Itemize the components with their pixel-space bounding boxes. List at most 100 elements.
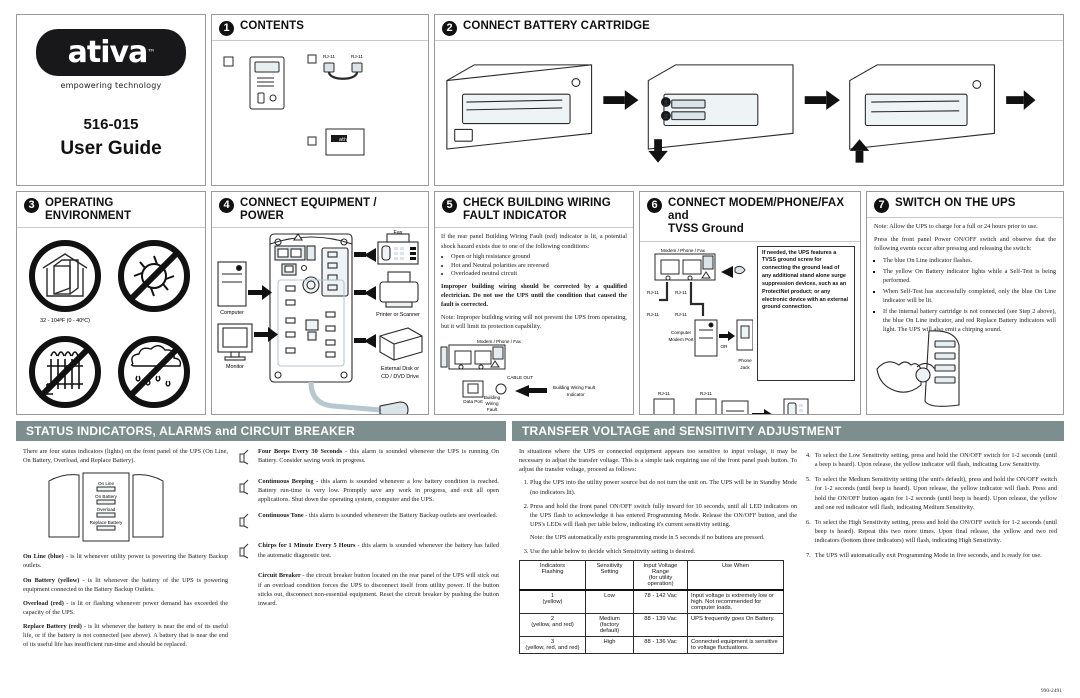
section-contents: 1 CONTENTS RJ-11 RJ-11 ativa — [211, 14, 429, 186]
transfer-step: 6. To select the High Sensitivity setting… — [806, 518, 1057, 545]
transfer-step: Use the table below to decide which Sens… — [530, 547, 797, 556]
section-number: 4 — [219, 198, 234, 213]
rj11-lower-a: RJ-11 — [658, 391, 670, 396]
step-text: To select the Low Sensitivity setting, p… — [814, 452, 1057, 469]
footer-document-code: 990-2491 — [1040, 688, 1062, 694]
phone-jack-2: Jack — [740, 365, 750, 370]
alarm-name: Four Beeps Every 30 Seconds — [258, 448, 343, 455]
transfer-step: 7. The UPS will automatically exit Progra… — [806, 551, 1057, 560]
section-wiring-header: 5 CHECK BUILDING WIRING FAULT INDICATOR — [435, 192, 633, 229]
alarm-name: Chirps for 1 Minute Every 5 Hours — [258, 542, 356, 550]
cell-use-when: Input voltage is extremely low or high. … — [687, 589, 784, 615]
step-num: 6. — [806, 518, 811, 526]
brand-tagline: empowering technology — [60, 81, 162, 90]
section-equipment-header: 4 CONNECT EQUIPMENT / POWER — [212, 192, 428, 229]
wiring-condition: Overloaded neutral circuit — [451, 270, 627, 279]
battery-illustration: 1 2 — [435, 41, 1063, 166]
section-environment: 3 OPERATING ENVIRONMENT 32 - 104ºF (0 - … — [16, 191, 206, 415]
cd-brand-label: ativa — [339, 137, 351, 143]
section-modem-title: CONNECT MODEM/PHONE/FAX and TVSS Ground — [668, 197, 845, 236]
alarm-item: Continuous Beeping - this alarm is sound… — [237, 477, 499, 504]
indicator-desc: On Battery (yellow) - is lit whenever th… — [23, 576, 228, 594]
computer-modem-port-1: Computer — [671, 330, 692, 335]
transfer-step: 5. To select the Medium Sensitivity setti… — [806, 475, 1057, 512]
section-battery-title: CONNECT BATTERY CARTRIDGE — [463, 20, 650, 32]
wiring-intro: If the rear panel Building Wiring Fault … — [441, 233, 627, 250]
status-bar-title: STATUS INDICATORS, ALARMS and CIRCUIT BR… — [16, 421, 506, 441]
tvss-note-box: If needed, the UPS features a TVSS groun… — [757, 245, 855, 381]
wiring-conditions: Open or high resistance ground Hot and N… — [451, 253, 627, 279]
transfer-intro: In situations where the UPS or connected… — [519, 448, 797, 474]
model-number: 516-015 — [83, 116, 139, 133]
transfer-left-column: In situations where the UPS or connected… — [519, 447, 797, 655]
transfer-steps-right: 4. To select the Low Sensitivity setting,… — [806, 451, 1057, 560]
phone-jack-1: Phone — [738, 358, 752, 363]
top-row: ativa ™ empowering technology 516-015 Use… — [16, 14, 1064, 186]
bwf-callout-line2: Indicator — [567, 392, 585, 397]
led-label-replace-battery: Replace Battery — [90, 520, 123, 525]
section-equipment: 4 CONNECT EQUIPMENT / POWER Computer Mon… — [211, 191, 429, 415]
indicator-name: Replace Battery (red) — [23, 623, 82, 630]
section-switch-title: SWITCH ON THE UPS — [895, 197, 1016, 209]
switch-bullet: The blue On Line indicator flashes. — [883, 256, 1056, 265]
rj11-label-b: RJ-11 — [351, 54, 363, 59]
wiring-note: Note: Improper building wiring will not … — [441, 313, 627, 330]
or-label: OR — [721, 344, 729, 349]
th-setting: Sensitivity Setting — [585, 560, 634, 592]
cell-range: 88 - 139 Vac — [633, 613, 688, 638]
alarm-desc: - this alarm is sounded whenever the Bat… — [303, 512, 498, 520]
modem-illustration: Modem / Phone / Fax RJ-11 RJ-11 RJ-11 RJ… — [645, 246, 754, 381]
no-rain-icon — [118, 336, 190, 409]
wiring-condition: Hot and Neutral polarities are reversed — [451, 262, 627, 271]
rj11-label-left2: RJ-11 — [647, 312, 659, 317]
transfer-body: In situations where the UPS or connected… — [512, 441, 1064, 655]
status-intro: There are four status indicators (lights… — [23, 448, 228, 465]
th-indicators: Indicators Flashing — [519, 560, 586, 592]
cell-range: 88 - 136 Vac — [633, 636, 688, 655]
section-number: 2 — [442, 21, 457, 36]
alarm-name: Continuous Tone — [258, 512, 304, 520]
section-environment-header: 3 OPERATING ENVIRONMENT — [17, 192, 205, 229]
section-wiring-title: CHECK BUILDING WIRING FAULT INDICATOR — [463, 197, 611, 223]
indoor-ups-icon — [29, 240, 101, 313]
table-row: 3 (yellow, red, and red) High 88 - 136 V… — [519, 636, 784, 655]
external-drive-label-1: External Disk or — [381, 366, 419, 372]
indicator-name: Overload (red) — [23, 599, 64, 607]
computer-modem-port-2: Modem Port — [668, 337, 694, 342]
brand-lockup: ativa ™ empowering technology — [36, 29, 186, 90]
section-transfer: TRANSFER VOLTAGE and SENSITIVITY ADJUSTM… — [512, 421, 1064, 671]
bwf-small-3: Fault — [487, 407, 498, 412]
alarm-name: Continuous Beeping — [258, 478, 314, 485]
transfer-bar-title: TRANSFER VOLTAGE and SENSITIVITY ADJUSTM… — [512, 421, 1064, 441]
section-battery: 2 CONNECT BATTERY CARTRIDGE 1 2 — [434, 14, 1064, 186]
monitor-label: Monitor — [226, 364, 244, 370]
cell-setting: Medium (factory default) — [585, 613, 634, 638]
contents-illustration: RJ-11 RJ-11 ativa — [212, 41, 428, 171]
section-switch: 7 SWITCH ON THE UPS Note: Allow the UPS … — [866, 191, 1064, 415]
switch-bullet: The yellow On Battery indicator lights w… — [883, 267, 1056, 285]
th-range: Input Voltage Range (for utility operati… — [633, 560, 688, 592]
alarm-text: Continuous Tone - this alarm is sounded … — [258, 511, 497, 520]
cable-out-label: CABLE OUT — [507, 375, 533, 380]
alarm-text: Continuous Beeping - this alarm is sound… — [258, 477, 499, 504]
step-text: To select the Medium Sensitivity setting… — [814, 476, 1057, 511]
step-text: The UPS will automatically exit Programm… — [814, 552, 1042, 560]
section-switch-header: 7 SWITCH ON THE UPS — [867, 192, 1063, 218]
page-title: User Guide — [60, 138, 162, 159]
section-status: STATUS INDICATORS, ALARMS and CIRCUIT BR… — [16, 421, 506, 671]
speaker-icon — [237, 479, 253, 500]
th-use-when: Use When — [687, 560, 784, 592]
switch-intro: Press the front panel Power ON/OFF switc… — [874, 236, 1056, 253]
wiring-condition: Open or high resistance ground — [451, 253, 627, 262]
alarm-text: Chirps for 1 Minute Every 5 Hours - this… — [258, 541, 499, 559]
modem-illustration-lower: RJ-11 RJ-11 Computer Modem Port OR Phone… — [640, 381, 860, 414]
cover-panel: ativa ™ empowering technology 516-015 Use… — [16, 14, 206, 186]
bwf-small-1: Building — [484, 395, 501, 400]
transfer-step: Press and hold the front panel ON/OFF sw… — [530, 502, 797, 529]
environment-icons: 32 - 104ºF (0 - 40ºC) — [17, 228, 205, 414]
speaker-icon — [237, 449, 253, 470]
wiring-warning: Improper building wiring should be corre… — [441, 283, 627, 309]
speaker-icon — [237, 543, 253, 564]
speaker-icon — [237, 513, 253, 534]
rj11-label-a: RJ-11 — [323, 54, 335, 59]
